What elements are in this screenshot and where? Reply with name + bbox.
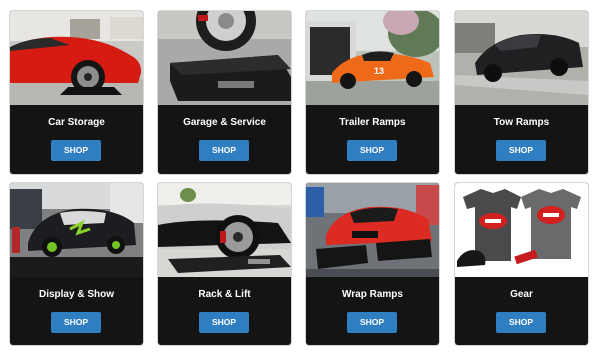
- card-title: Display & Show: [38, 289, 114, 300]
- red-sports-car-image: [10, 11, 143, 105]
- category-grid: Car Storage SHOP Garage & Service SHOP 1…: [0, 0, 600, 353]
- shop-button-rack-lift[interactable]: SHOP: [199, 312, 249, 333]
- card-title: Trailer Ramps: [339, 117, 406, 128]
- shop-button-car-storage[interactable]: SHOP: [51, 140, 101, 161]
- gear-photo[interactable]: [455, 183, 588, 277]
- tow-ramps-photo[interactable]: [455, 11, 588, 105]
- shirts-and-cap-image: [455, 183, 588, 277]
- card-title: Car Storage: [48, 117, 105, 128]
- shop-button-trailer-ramps[interactable]: SHOP: [347, 140, 397, 161]
- wheel-on-lift-image: [158, 183, 291, 277]
- category-card-wrap-ramps[interactable]: Wrap Ramps SHOP: [306, 183, 439, 345]
- shop-button-display-show[interactable]: SHOP: [51, 312, 101, 333]
- card-title: Wrap Ramps: [342, 289, 403, 300]
- category-card-gear[interactable]: Gear SHOP: [455, 183, 588, 345]
- card-title: Garage & Service: [183, 117, 266, 128]
- category-card-display-show[interactable]: Display & Show SHOP: [10, 183, 143, 345]
- green-drift-car-image: [10, 183, 143, 277]
- card-title: Rack & Lift: [198, 289, 251, 300]
- category-card-rack-lift[interactable]: Rack & Lift SHOP: [158, 183, 291, 345]
- garage-service-photo[interactable]: [158, 11, 291, 105]
- trailer-ramps-photo[interactable]: 13: [306, 11, 439, 105]
- tire-on-ramp-image: [158, 11, 291, 105]
- black-sedan-image: [455, 11, 588, 105]
- svg-text:13: 13: [374, 66, 384, 76]
- red-audi-image: [306, 183, 439, 277]
- category-card-trailer-ramps[interactable]: 13 Trailer Ramps SHOP: [306, 11, 439, 174]
- wrap-ramps-photo[interactable]: [306, 183, 439, 277]
- category-card-car-storage[interactable]: Car Storage SHOP: [10, 11, 143, 174]
- card-title: Gear: [510, 289, 533, 300]
- card-title: Tow Ramps: [493, 117, 550, 128]
- orange-race-car-image: 13: [306, 11, 439, 105]
- category-card-tow-ramps[interactable]: Tow Ramps SHOP: [455, 11, 588, 174]
- car-storage-photo[interactable]: [10, 11, 143, 105]
- shop-button-tow-ramps[interactable]: SHOP: [496, 140, 546, 161]
- display-show-photo[interactable]: [10, 183, 143, 277]
- rack-lift-photo[interactable]: [158, 183, 291, 277]
- shop-button-garage-service[interactable]: SHOP: [199, 140, 249, 161]
- shop-button-wrap-ramps[interactable]: SHOP: [347, 312, 397, 333]
- category-card-garage-service[interactable]: Garage & Service SHOP: [158, 11, 291, 174]
- shop-button-gear[interactable]: SHOP: [496, 312, 546, 333]
